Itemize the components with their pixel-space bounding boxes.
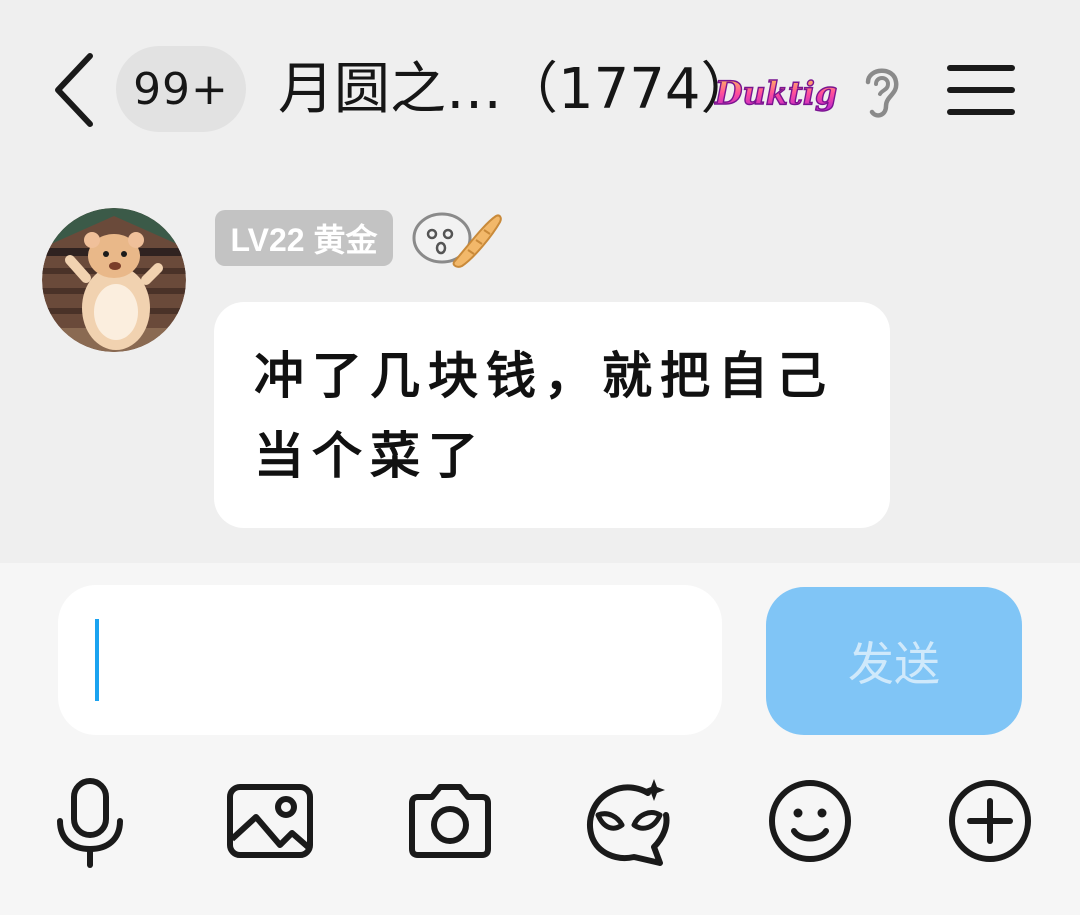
bread-mascot-icon xyxy=(412,212,502,268)
camera-button[interactable] xyxy=(402,773,498,869)
emoji-button[interactable] xyxy=(762,773,858,869)
badge-text: Duktig xyxy=(714,74,837,112)
chat-title[interactable]: 月圆之…（1774） xyxy=(278,52,757,128)
send-button[interactable]: 发送 xyxy=(766,587,1022,735)
chat-header: 99+ 月圆之…（1774） Duktig xyxy=(0,0,1080,180)
plus-icon xyxy=(949,780,1031,862)
emoji-icon xyxy=(769,780,851,862)
ear-icon xyxy=(865,68,899,118)
group-badge: Duktig xyxy=(713,62,838,122)
message-bubble[interactable]: 冲了几块钱，就把自己当个菜了 xyxy=(214,302,890,528)
more-button[interactable] xyxy=(942,773,1038,869)
sticker-icon xyxy=(587,779,670,866)
text-caret xyxy=(95,619,99,701)
image-button[interactable] xyxy=(222,773,318,869)
camera-icon xyxy=(409,784,491,858)
sender-title-icon xyxy=(408,206,504,270)
ear-mode-button[interactable] xyxy=(858,60,904,122)
back-button[interactable] xyxy=(50,52,100,128)
hamburger-menu-icon xyxy=(947,65,1015,115)
unread-count-badge[interactable]: 99+ xyxy=(116,46,246,132)
sender-avatar[interactable] xyxy=(42,208,186,352)
message-input[interactable] xyxy=(58,585,722,735)
image-icon xyxy=(227,784,313,858)
message-text: 冲了几块钱，就把自己当个菜了 xyxy=(254,346,834,485)
microphone-icon xyxy=(57,778,123,868)
chevron-left-icon xyxy=(55,53,93,127)
message-list[interactable]: LV22 黄金 冲了几块钱，就把自己当个菜了 xyxy=(0,180,1080,563)
message-input-box[interactable] xyxy=(58,585,722,735)
sender-level-badge: LV22 黄金 xyxy=(215,210,393,266)
composer: 发送 xyxy=(0,563,1080,915)
voice-button[interactable] xyxy=(42,773,138,869)
menu-button[interactable] xyxy=(946,62,1016,118)
sticker-button[interactable] xyxy=(580,773,676,869)
